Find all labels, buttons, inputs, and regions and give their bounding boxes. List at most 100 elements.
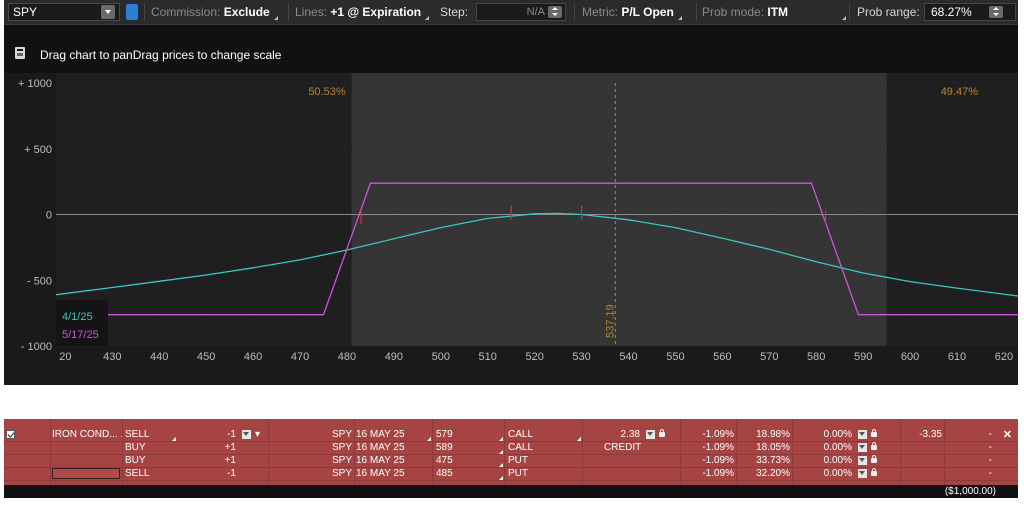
x-tick-label: 560 bbox=[713, 351, 731, 363]
step-field[interactable]: N/A bbox=[476, 3, 566, 21]
pl-cell: -3.35 bbox=[919, 429, 942, 440]
prob-range-value: 68.27% bbox=[931, 5, 972, 19]
lock-icon[interactable] bbox=[871, 442, 877, 450]
chevron-down-icon[interactable]: ▾ bbox=[255, 429, 260, 440]
current-price-label: 537.19 bbox=[604, 304, 616, 338]
strike-cell[interactable]: 589 bbox=[436, 442, 496, 454]
stepper-icon[interactable] bbox=[548, 6, 562, 18]
commission-selector[interactable]: Commission: Exclude bbox=[151, 0, 278, 24]
metric-label: Metric: bbox=[582, 5, 618, 19]
qty-cell[interactable]: +1 bbox=[200, 442, 236, 454]
price-cell[interactable]: 2.38 bbox=[584, 429, 640, 441]
pct-cell[interactable]: 0.00% bbox=[794, 429, 852, 441]
stepper-icon[interactable] bbox=[858, 429, 867, 439]
delta-cell: -1.09% bbox=[702, 429, 734, 440]
metric-selector[interactable]: Metric: P/L Open bbox=[582, 0, 682, 24]
row-checkbox[interactable] bbox=[6, 430, 15, 439]
commission-label: Commission: bbox=[151, 5, 221, 19]
expiration-cell[interactable]: 16 MAY 25 bbox=[356, 429, 432, 441]
qty-stepper[interactable]: ▾ bbox=[238, 429, 268, 441]
lock-icon[interactable] bbox=[659, 429, 665, 437]
x-tick-label: 460 bbox=[244, 351, 262, 363]
stepper-icon[interactable] bbox=[858, 442, 867, 452]
spread-input[interactable] bbox=[52, 468, 120, 479]
commission-value: Exclude bbox=[223, 5, 270, 19]
pct-controls[interactable] bbox=[854, 455, 894, 467]
symbol-cell: SPY bbox=[331, 468, 352, 479]
qty-cell[interactable]: -1 bbox=[200, 429, 236, 441]
chevron-down-icon[interactable] bbox=[101, 5, 115, 19]
prob-cell: 18.98% bbox=[756, 429, 790, 440]
chart-settings-icon[interactable] bbox=[15, 47, 25, 59]
x-tick-label: 600 bbox=[901, 351, 919, 363]
side-value: SELL bbox=[125, 429, 150, 440]
stepper-icon[interactable] bbox=[989, 6, 1003, 18]
pct-controls[interactable] bbox=[854, 429, 894, 441]
symbol-value: SPY bbox=[13, 5, 38, 19]
table-row[interactable]: BUY +1 SPY 16 MAY 25 475 PUT -1.09% 33.7… bbox=[4, 455, 1018, 468]
corner-glyph bbox=[842, 16, 846, 20]
x-tick-label: 610 bbox=[948, 351, 966, 363]
divider bbox=[696, 3, 697, 21]
legend-series-2: 5/17/25 bbox=[62, 329, 99, 341]
x-tick-label: 570 bbox=[760, 351, 778, 363]
x-tick-label: 530 bbox=[572, 351, 590, 363]
type-cell[interactable]: CALL bbox=[508, 429, 574, 441]
dropdown-corner-icon[interactable] bbox=[838, 0, 846, 24]
prob-right-label: 49.47% bbox=[941, 86, 979, 98]
table-row[interactable]: SELL -1 SPY 16 MAY 25 485 PUT -1.09% 32.… bbox=[4, 468, 1018, 481]
prob-range-field[interactable]: 68.27% bbox=[924, 3, 1016, 21]
expiration-cell[interactable]: 16 MAY 25 bbox=[356, 468, 432, 480]
stepper-icon[interactable] bbox=[858, 468, 867, 478]
strike-dropdown-corner-icon[interactable] bbox=[496, 472, 503, 484]
close-icon[interactable]: ✕ bbox=[1003, 429, 1012, 441]
dropdown-corner-icon bbox=[120, 433, 122, 437]
prob-left-label: 50.53% bbox=[308, 86, 346, 98]
side-cell[interactable]: SELL bbox=[125, 468, 185, 480]
stepper-icon[interactable] bbox=[646, 429, 655, 439]
lock-icon[interactable] bbox=[871, 455, 877, 463]
type-cell[interactable]: PUT bbox=[508, 468, 574, 480]
dropdown-corner-icon bbox=[677, 16, 682, 20]
credit-label: CREDIT bbox=[604, 442, 642, 453]
table-row[interactable]: BUY +1 SPY 16 MAY 25 589 CALL CREDIT -1.… bbox=[4, 442, 1018, 455]
prob-cell: 18.05% bbox=[756, 442, 790, 453]
pct-controls[interactable] bbox=[854, 442, 894, 454]
pct-cell[interactable]: 0.00% bbox=[794, 468, 852, 480]
strike-cell[interactable]: 485 bbox=[436, 468, 496, 480]
lines-label: Lines: bbox=[295, 5, 328, 19]
corner-glyph bbox=[499, 450, 503, 454]
price-controls[interactable] bbox=[642, 429, 678, 441]
spread-cell[interactable]: IRON COND... bbox=[52, 429, 122, 441]
side-cell[interactable]: BUY bbox=[125, 442, 185, 454]
x-tick-label: 440 bbox=[150, 351, 168, 363]
pct-controls[interactable] bbox=[854, 468, 894, 480]
corner-glyph bbox=[172, 437, 176, 441]
expiration-cell[interactable]: 16 MAY 25 bbox=[356, 442, 432, 454]
qty-cell[interactable]: +1 bbox=[200, 455, 236, 467]
expiration-cell[interactable]: 16 MAY 25 bbox=[356, 455, 432, 467]
side-cell[interactable]: SELL bbox=[125, 429, 185, 441]
type-cell[interactable]: PUT bbox=[508, 455, 574, 467]
strike-cell[interactable]: 579 bbox=[436, 429, 496, 441]
pct-cell[interactable]: 0.00% bbox=[794, 455, 852, 467]
stepper-icon[interactable] bbox=[858, 455, 867, 465]
metric-value: P/L Open bbox=[621, 5, 674, 19]
stepper-icon[interactable] bbox=[242, 429, 251, 439]
table-row[interactable]: IRON COND... SELL -1 ▾ SPY 16 MAY 25 579… bbox=[4, 429, 1018, 442]
link-icon[interactable] bbox=[126, 4, 138, 20]
dropdown-corner-icon bbox=[273, 16, 278, 20]
strike-cell[interactable]: 475 bbox=[436, 455, 496, 467]
corner-glyph bbox=[499, 476, 503, 480]
side-cell[interactable]: BUY bbox=[125, 455, 185, 467]
symbol-selector[interactable]: SPY bbox=[8, 3, 120, 21]
type-cell[interactable]: CALL bbox=[508, 442, 574, 454]
risk-profile-chart[interactable]: + 1000 + 500 0 - 500 - 1000 20 430 440 450 460 47… bbox=[4, 73, 1018, 385]
total-cost: ($1,000.00) bbox=[944, 486, 996, 497]
pct-cell[interactable]: 0.00% bbox=[794, 442, 852, 454]
lock-icon[interactable] bbox=[871, 468, 877, 476]
qty-cell[interactable]: -1 bbox=[200, 468, 236, 480]
lock-icon[interactable] bbox=[871, 429, 877, 437]
lines-selector[interactable]: Lines: +1 @ Expiration bbox=[295, 0, 430, 24]
prob-mode-selector[interactable]: Prob mode: ITM bbox=[702, 0, 788, 24]
